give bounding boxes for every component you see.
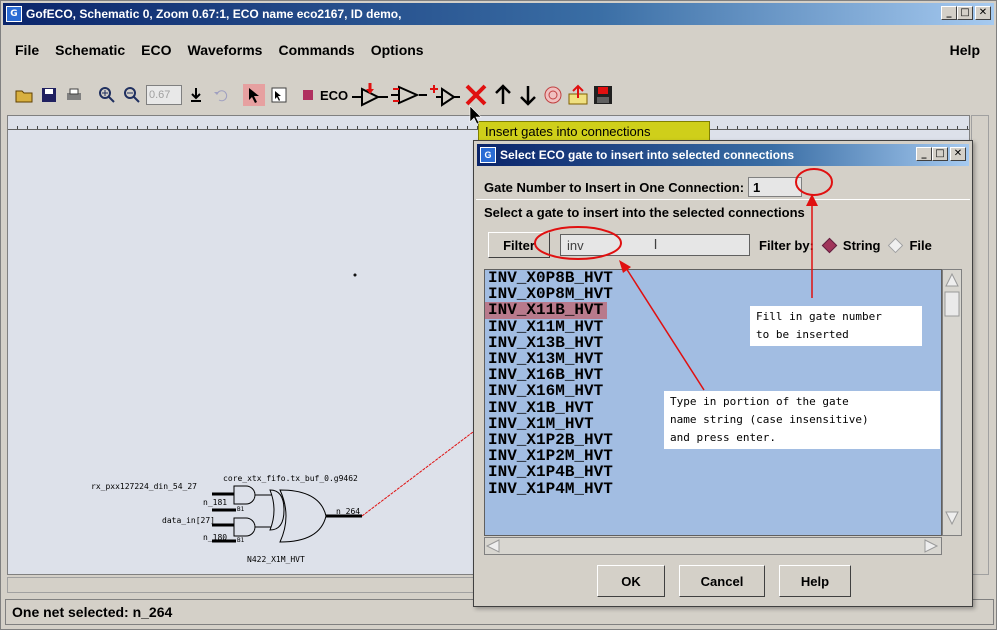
eco-label[interactable]: ECO bbox=[320, 88, 348, 103]
menu-eco[interactable]: ECO bbox=[133, 42, 179, 58]
filter-input-value: inv bbox=[567, 237, 584, 253]
gate-library-icon[interactable] bbox=[542, 84, 564, 106]
window-title: GofECO, Schematic 0, Zoom 0.67:1, ECO na… bbox=[26, 7, 402, 21]
save-eco-icon[interactable] bbox=[592, 84, 614, 106]
app-icon: G bbox=[6, 6, 22, 22]
divider bbox=[476, 199, 970, 200]
toolbar: 0.67 ECO bbox=[3, 77, 994, 113]
filter-by-file-radio[interactable] bbox=[888, 237, 904, 254]
gate-number-input[interactable]: 1 bbox=[748, 177, 803, 197]
note-line: Fill in gate number bbox=[756, 310, 882, 323]
eco-mode-icon[interactable] bbox=[301, 84, 315, 106]
net-label-data: data_in[27] bbox=[162, 516, 215, 525]
insert-gate-icon[interactable] bbox=[352, 83, 389, 107]
save-disk-icon[interactable] bbox=[38, 84, 60, 106]
select-eco-gate-dialog: G Select ECO gate to insert into selecte… bbox=[473, 140, 973, 607]
ok-button[interactable]: OK bbox=[597, 565, 665, 597]
gate-list-vertical-scrollbar[interactable] bbox=[942, 269, 962, 536]
pin-label-1: B0 bbox=[237, 489, 245, 496]
pin-label-4: B1 bbox=[237, 537, 245, 544]
help-button[interactable]: Help bbox=[779, 565, 851, 597]
list-item[interactable]: INV_X1P2M_HVT bbox=[485, 448, 941, 464]
zoom-in-icon[interactable] bbox=[96, 84, 118, 106]
filter-button[interactable]: Filter bbox=[488, 232, 550, 258]
maximize-button[interactable]: □ bbox=[957, 6, 973, 20]
filter-by-string-radio[interactable] bbox=[821, 237, 838, 254]
pin-label-3: B0 bbox=[237, 522, 245, 529]
delete-icon[interactable] bbox=[463, 84, 489, 106]
dialog-minimize-button[interactable]: _ bbox=[916, 147, 932, 161]
add-gate-icon[interactable] bbox=[430, 84, 461, 107]
cancel-button[interactable]: Cancel bbox=[679, 565, 765, 597]
menu-help[interactable]: Help bbox=[950, 42, 980, 58]
list-item[interactable]: INV_X1P4M_HVT bbox=[485, 480, 941, 497]
gate-list-horizontal-scrollbar[interactable] bbox=[484, 537, 942, 555]
list-item[interactable]: INV_X13M_HVT bbox=[485, 351, 941, 367]
list-item[interactable]: INV_X0P8B_HVT bbox=[485, 270, 941, 286]
net-label-181: n_181 bbox=[203, 498, 228, 507]
list-item[interactable]: INV_X0P8M_HVT bbox=[485, 286, 941, 302]
title-bar[interactable]: G GofECO, Schematic 0, Zoom 0.67:1, ECO … bbox=[3, 3, 994, 25]
window-controls: _ □ ✕ bbox=[941, 6, 991, 20]
dialog-app-icon: G bbox=[480, 147, 496, 163]
select-gate-label: Select a gate to insert into the selecte… bbox=[484, 205, 805, 220]
arrow-down-icon[interactable] bbox=[517, 84, 539, 106]
note-line: and press enter. bbox=[670, 431, 776, 444]
list-item-selected[interactable]: INV_X11B_HVT bbox=[485, 302, 608, 319]
instance-label: core_xtx_fifo.tx_buf_0.g9462 bbox=[223, 474, 358, 483]
text-cursor-icon: I bbox=[653, 237, 658, 253]
canvas-vertical-scrollbar[interactable] bbox=[971, 115, 989, 575]
net-label-top: rx_pxx127224_din_54_27 bbox=[91, 482, 197, 491]
filter-by-string-label[interactable]: String bbox=[843, 238, 881, 253]
menu-file[interactable]: File bbox=[3, 42, 47, 58]
filter-by-file-label[interactable]: File bbox=[909, 238, 931, 253]
arrow-up-icon[interactable] bbox=[492, 84, 514, 106]
filter-by-label: Filter by: bbox=[759, 238, 814, 253]
dialog-buttons: OK Cancel Help bbox=[474, 565, 974, 597]
menu-schematic[interactable]: Schematic bbox=[47, 42, 133, 58]
zoom-out-icon[interactable] bbox=[121, 84, 143, 106]
filter-annotation: Type in portion of the gate name string … bbox=[664, 391, 940, 449]
cell-label: N422_X1M_HVT bbox=[247, 555, 305, 564]
gate-number-annotation: Fill in gate number to be inserted bbox=[750, 306, 922, 346]
list-item[interactable]: INV_X1P4B_HVT bbox=[485, 464, 941, 480]
note-line: Type in portion of the gate bbox=[670, 395, 849, 408]
zoom-apply-icon[interactable] bbox=[185, 84, 207, 106]
pin-label-2: B1 bbox=[237, 506, 245, 513]
select-pointer-icon[interactable] bbox=[243, 84, 265, 106]
menu-bar: File Schematic ECO Waveforms Commands Op… bbox=[3, 35, 994, 65]
export-icon[interactable] bbox=[567, 84, 589, 106]
filter-by-group: Filter by: String File bbox=[759, 237, 932, 254]
note-line: to be inserted bbox=[756, 328, 849, 341]
gate-number-label: Gate Number to Insert in One Connection: bbox=[484, 179, 745, 195]
menu-options[interactable]: Options bbox=[363, 42, 432, 58]
undo-icon[interactable] bbox=[210, 84, 232, 106]
dialog-close-button[interactable]: ✕ bbox=[950, 147, 966, 161]
open-folder-icon[interactable] bbox=[13, 84, 35, 106]
filter-input[interactable]: inv I bbox=[560, 234, 750, 256]
note-line: name string (case insensitive) bbox=[670, 413, 869, 426]
net-label-180: n_180 bbox=[203, 533, 228, 542]
dialog-title-bar[interactable]: G Select ECO gate to insert into selecte… bbox=[477, 144, 969, 166]
menu-commands[interactable]: Commands bbox=[270, 42, 362, 58]
dialog-maximize-button[interactable]: □ bbox=[932, 147, 948, 161]
net-label-out: n_264 bbox=[336, 507, 361, 516]
menu-waveforms[interactable]: Waveforms bbox=[180, 42, 271, 58]
select-area-icon[interactable] bbox=[268, 84, 290, 106]
zoom-field[interactable]: 0.67 bbox=[146, 85, 182, 105]
dialog-title: Select ECO gate to insert into selected … bbox=[500, 148, 795, 162]
print-icon[interactable] bbox=[63, 84, 85, 106]
insert-gates-multi-icon[interactable] bbox=[391, 84, 428, 106]
minimize-button[interactable]: _ bbox=[941, 6, 957, 20]
close-button[interactable]: ✕ bbox=[975, 6, 991, 20]
gate-number-row: Gate Number to Insert in One Connection:… bbox=[484, 177, 803, 197]
dialog-window-controls: _ □ ✕ bbox=[916, 147, 966, 161]
list-item[interactable]: INV_X16B_HVT bbox=[485, 367, 941, 383]
